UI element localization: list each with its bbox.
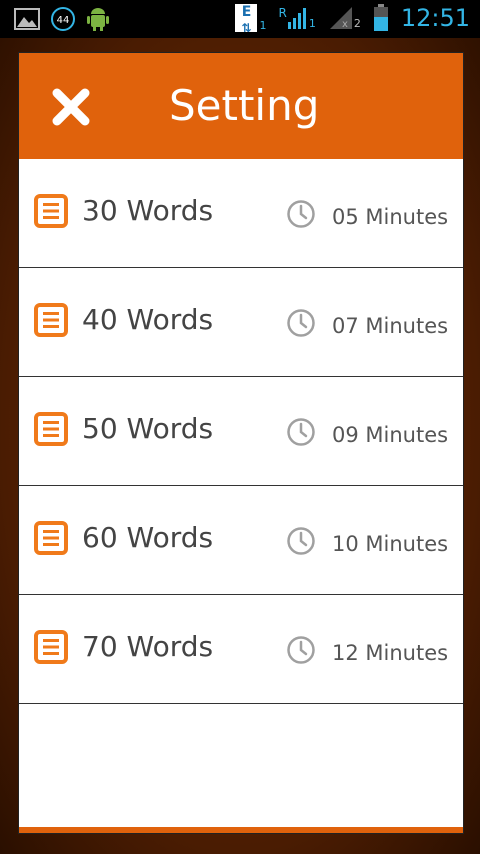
data-type-icon: E ⇅ [235, 4, 258, 35]
clock-icon [287, 309, 315, 337]
status-bar: 44 E ⇅ 1 R 1 x 2 12:51 [0, 0, 480, 38]
duration-label: 10 Minutes [332, 532, 449, 556]
word-count-list: 30 Words 05 Minutes 40 Words 07 Minutes 50 W… [19, 159, 463, 704]
signal-sim-index: 1 [308, 17, 316, 30]
word-count-label: 70 Words [82, 630, 214, 663]
list-item[interactable]: 30 Words 05 Minutes [19, 159, 463, 268]
close-icon[interactable] [51, 87, 91, 127]
dialog-footer-bar [19, 827, 463, 833]
gallery-icon [14, 8, 40, 30]
data-sim-index: 1 [259, 19, 267, 32]
document-icon [34, 521, 68, 555]
document-icon [34, 194, 68, 228]
list-item[interactable]: 50 Words 09 Minutes [19, 377, 463, 486]
signal-strength-icon [287, 8, 306, 29]
dialog-title: Setting [169, 81, 320, 130]
clock-icon [287, 200, 315, 228]
document-icon [34, 630, 68, 664]
battery-icon [373, 4, 388, 31]
no-signal-icon: x [329, 7, 352, 30]
duration-label: 05 Minutes [332, 205, 449, 229]
duration-label: 12 Minutes [332, 641, 449, 665]
notification-count-icon: 44 [51, 7, 75, 31]
list-item[interactable]: 60 Words 10 Minutes [19, 486, 463, 595]
clock-time: 12:51 [400, 4, 470, 32]
clock-icon [287, 636, 315, 664]
clock-icon [287, 418, 315, 446]
data-connection-indicator: E ⇅ 1 [235, 4, 267, 35]
sim2-index: 2 [353, 17, 361, 30]
list-item[interactable]: 40 Words 07 Minutes [19, 268, 463, 377]
document-icon [34, 412, 68, 446]
dialog-header: Setting [19, 53, 463, 159]
word-count-label: 60 Words [82, 521, 214, 554]
sim2-signal-indicator: x 2 [328, 6, 361, 30]
clock-icon [287, 527, 315, 555]
svg-text:x: x [342, 19, 348, 30]
roaming-label: R [278, 6, 287, 20]
word-count-label: 30 Words [82, 194, 214, 227]
roaming-signal-indicator: R 1 [278, 6, 315, 30]
duration-label: 09 Minutes [332, 423, 449, 447]
android-icon [87, 8, 109, 31]
duration-label: 07 Minutes [332, 314, 449, 338]
settings-dialog: Setting 30 Words 05 Minutes 40 Words 07 Min… [18, 52, 464, 834]
document-icon [34, 303, 68, 337]
word-count-label: 40 Words [82, 303, 214, 336]
notification-count-text: 44 [57, 15, 70, 26]
word-count-label: 50 Words [82, 412, 214, 445]
list-item[interactable]: 70 Words 12 Minutes [19, 595, 463, 704]
